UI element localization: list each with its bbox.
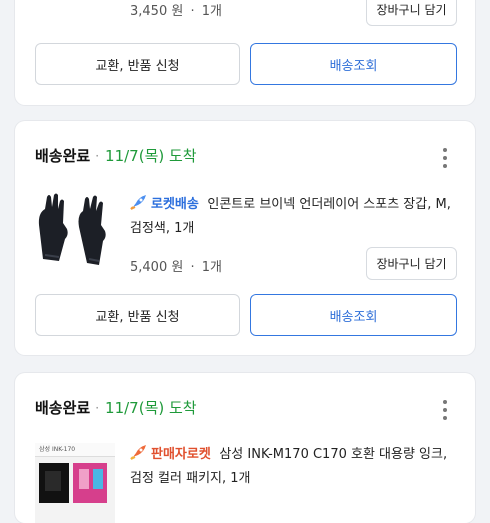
rocket-delivery-badge: 로켓배송 bbox=[130, 195, 203, 212]
order-card: 배송완료 · 11/7(목) 도착 삼성 INK-170 판매자로켓 삼성 IN… bbox=[15, 373, 475, 523]
add-to-cart-button[interactable]: 장바구니 담기 bbox=[366, 0, 457, 26]
track-delivery-button[interactable]: 배송조회 bbox=[250, 294, 457, 336]
price-row: 5,400 원 · 1개 bbox=[130, 260, 222, 275]
delivery-status: 배송완료 · 11/7(목) 도착 bbox=[35, 147, 197, 165]
more-options-icon[interactable] bbox=[443, 148, 447, 168]
price: 5,400 원 bbox=[130, 260, 184, 275]
product-image[interactable] bbox=[33, 191, 113, 271]
delivery-status: 배송완료 · 11/7(목) 도착 bbox=[35, 399, 197, 417]
product-image-label: 삼성 INK-170 bbox=[35, 443, 115, 457]
exchange-return-button[interactable]: 교환, 반품 신청 bbox=[35, 294, 240, 336]
rocket-icon bbox=[130, 445, 146, 460]
price: 3,450 원 bbox=[130, 4, 184, 19]
status-label: 배송완료 bbox=[35, 399, 91, 417]
status-label: 배송완료 bbox=[35, 147, 91, 165]
product-image[interactable]: 삼성 INK-170 bbox=[35, 443, 115, 523]
quantity: 1개 bbox=[201, 4, 222, 19]
arrival-date: 11/7(목) 도착 bbox=[105, 147, 197, 165]
track-delivery-button[interactable]: 배송조회 bbox=[250, 43, 457, 85]
rocket-icon bbox=[130, 195, 146, 210]
price-row: 3,450 원 · 1개 bbox=[130, 4, 222, 19]
quantity: 1개 bbox=[201, 260, 222, 275]
seller-rocket-badge: 판매자로켓 bbox=[130, 445, 215, 462]
exchange-return-button[interactable]: 교환, 반품 신청 bbox=[35, 43, 240, 85]
product-image[interactable] bbox=[55, 0, 110, 2]
order-card: 배송완료 · 11/7(목) 도착 로켓배송 인콘트로 브이넥 언더레이어 스포… bbox=[15, 121, 475, 355]
product-title[interactable]: 로켓배송 인콘트로 브이넥 언더레이어 스포츠 장갑, M, 검정색, 1개 bbox=[130, 193, 455, 241]
add-to-cart-button[interactable]: 장바구니 담기 bbox=[366, 247, 457, 280]
more-options-icon[interactable] bbox=[443, 400, 447, 420]
order-card: 3,450 원 · 1개 장바구니 담기 교환, 반품 신청 배송조회 bbox=[15, 0, 475, 105]
product-title[interactable]: 판매자로켓 삼성 INK-M170 C170 호환 대용량 잉크, 검정 컬러 … bbox=[130, 443, 455, 491]
arrival-date: 11/7(목) 도착 bbox=[105, 399, 197, 417]
